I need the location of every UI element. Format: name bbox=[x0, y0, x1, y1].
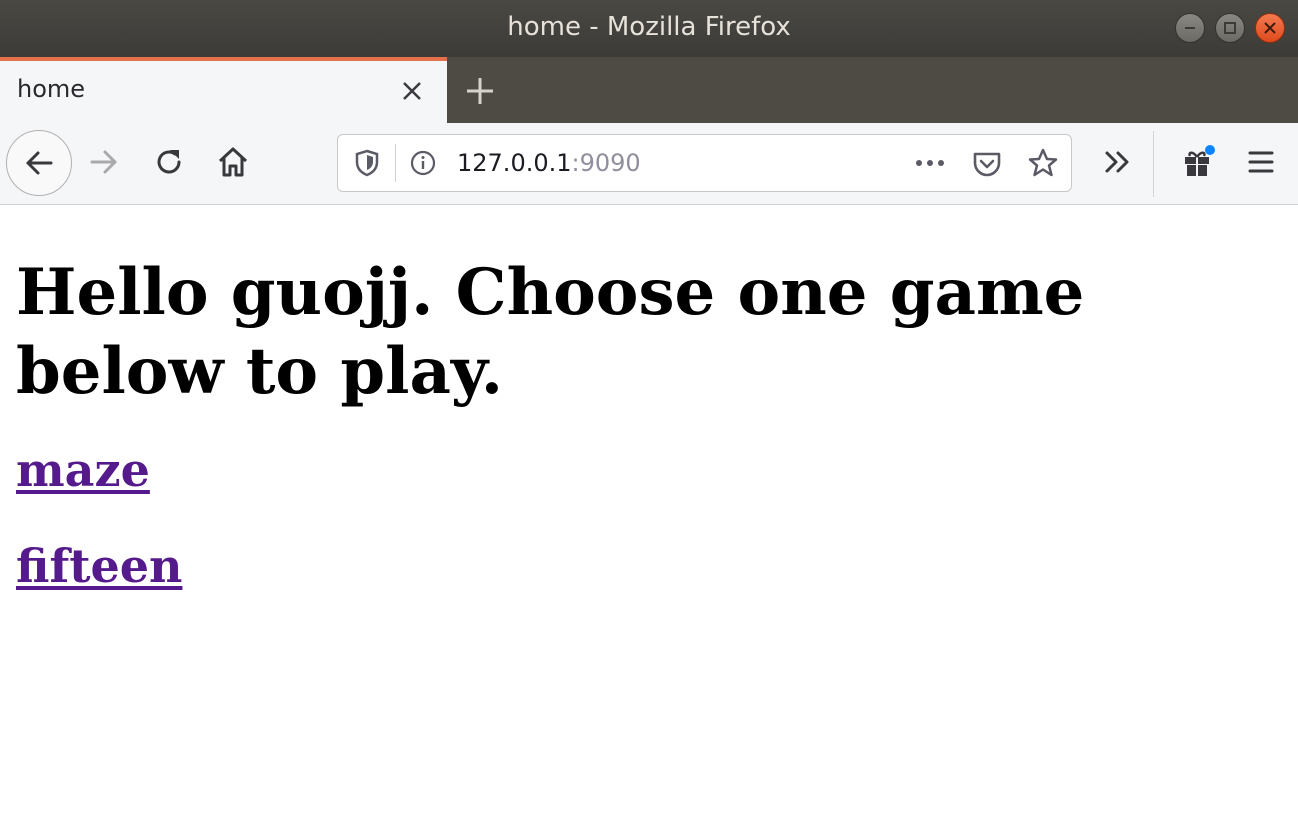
page-heading: Hello guojj. Choose one game below to pl… bbox=[16, 255, 1085, 409]
forward-icon bbox=[90, 150, 117, 174]
whats-new-button[interactable] bbox=[1176, 141, 1218, 183]
url-host: 127.0.0.1 bbox=[457, 149, 572, 177]
tab-home[interactable]: home bbox=[0, 57, 447, 123]
url-bar-separator bbox=[395, 144, 396, 182]
maze-link[interactable]: maze bbox=[16, 443, 150, 497]
reload-icon bbox=[157, 150, 181, 174]
toolbar-separator bbox=[1153, 131, 1154, 197]
tab-label: home bbox=[17, 75, 86, 103]
url-text: 127.0.0.1:9090 bbox=[457, 149, 641, 177]
overflow-menu-button[interactable] bbox=[1096, 141, 1138, 183]
close-icon bbox=[1264, 22, 1276, 34]
reload-button[interactable] bbox=[148, 141, 190, 183]
site-info-icon[interactable] bbox=[408, 148, 438, 178]
page-content: Hello guojj. Choose one game below to pl… bbox=[0, 205, 1298, 823]
pocket-icon[interactable] bbox=[970, 147, 1004, 181]
new-tab-icon[interactable] bbox=[462, 73, 498, 109]
home-icon bbox=[218, 147, 248, 177]
url-port: :9090 bbox=[571, 149, 641, 177]
tracking-shield-icon[interactable] bbox=[352, 148, 382, 178]
window-titlebar: home - Mozilla Firefox bbox=[0, 0, 1298, 57]
maximize-icon bbox=[1224, 22, 1236, 34]
maximize-button[interactable] bbox=[1215, 13, 1245, 43]
bookmark-star-icon[interactable] bbox=[1026, 146, 1060, 180]
forward-button[interactable] bbox=[84, 141, 126, 183]
home-button[interactable] bbox=[212, 141, 254, 183]
window-title: home - Mozilla Firefox bbox=[507, 12, 791, 42]
fifteen-link[interactable]: fifteen bbox=[16, 539, 182, 593]
tab-close-icon[interactable] bbox=[398, 77, 426, 105]
back-button[interactable] bbox=[6, 130, 72, 196]
page-actions-icon[interactable] bbox=[912, 148, 948, 178]
app-menu-button[interactable] bbox=[1240, 141, 1282, 183]
active-tab-indicator bbox=[0, 57, 447, 61]
overflow-icon bbox=[1105, 151, 1129, 173]
menu-icon bbox=[1248, 151, 1274, 173]
back-icon bbox=[26, 151, 53, 175]
navigation-toolbar: 127.0.0.1:9090 bbox=[0, 123, 1298, 205]
tab-strip: home bbox=[0, 57, 1298, 123]
minimize-icon bbox=[1185, 27, 1195, 29]
url-bar[interactable]: 127.0.0.1:9090 bbox=[337, 134, 1072, 192]
minimize-button[interactable] bbox=[1175, 13, 1205, 43]
gift-icon bbox=[1185, 145, 1215, 176]
close-window-button[interactable] bbox=[1255, 13, 1285, 43]
